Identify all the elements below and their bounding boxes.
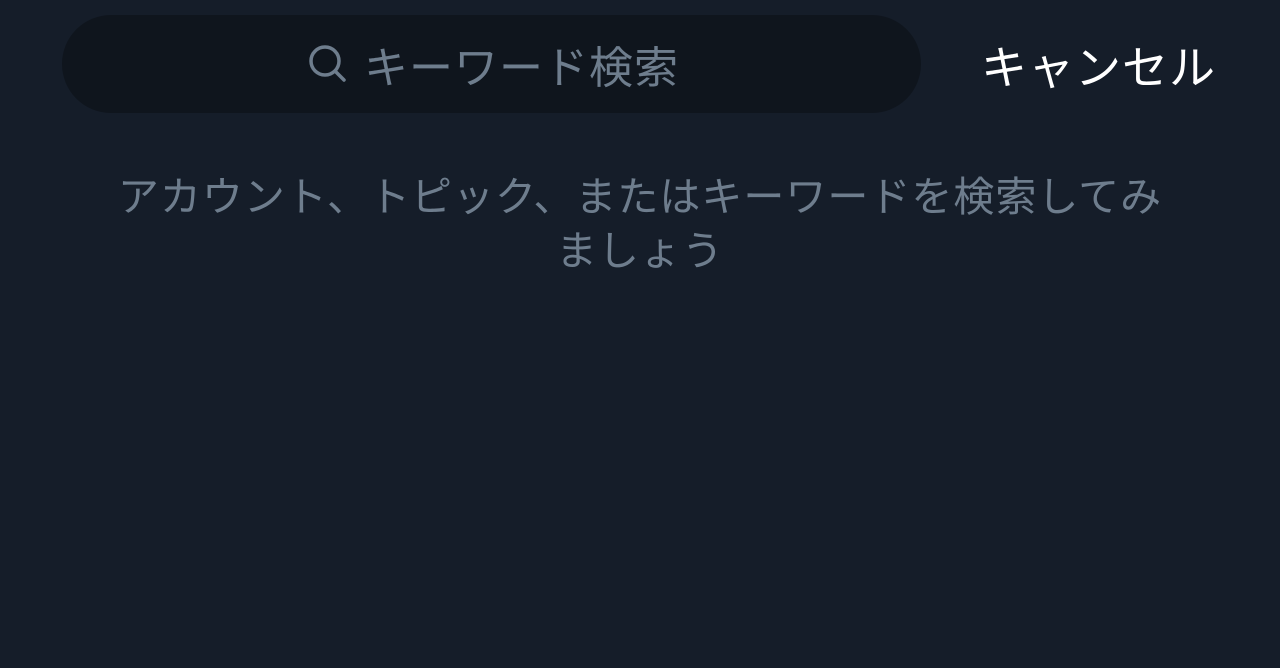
empty-state-line-1: アカウント、トピック、またはキーワードを検索してみ xyxy=(117,173,1163,221)
cancel-button[interactable]: キャンセル xyxy=(981,30,1216,100)
search-input[interactable]: キーワード検索 xyxy=(62,15,921,113)
search-placeholder: キーワード検索 xyxy=(364,43,679,94)
search-input-content: キーワード検索 xyxy=(304,32,679,96)
search-header: キーワード検索 キャンセル xyxy=(0,0,1280,128)
empty-state-line-2: ましょう xyxy=(556,227,724,275)
empty-state-message: アカウント、トピック、またはキーワードを検索してみ ましょう xyxy=(60,170,1220,278)
search-icon xyxy=(304,41,350,87)
